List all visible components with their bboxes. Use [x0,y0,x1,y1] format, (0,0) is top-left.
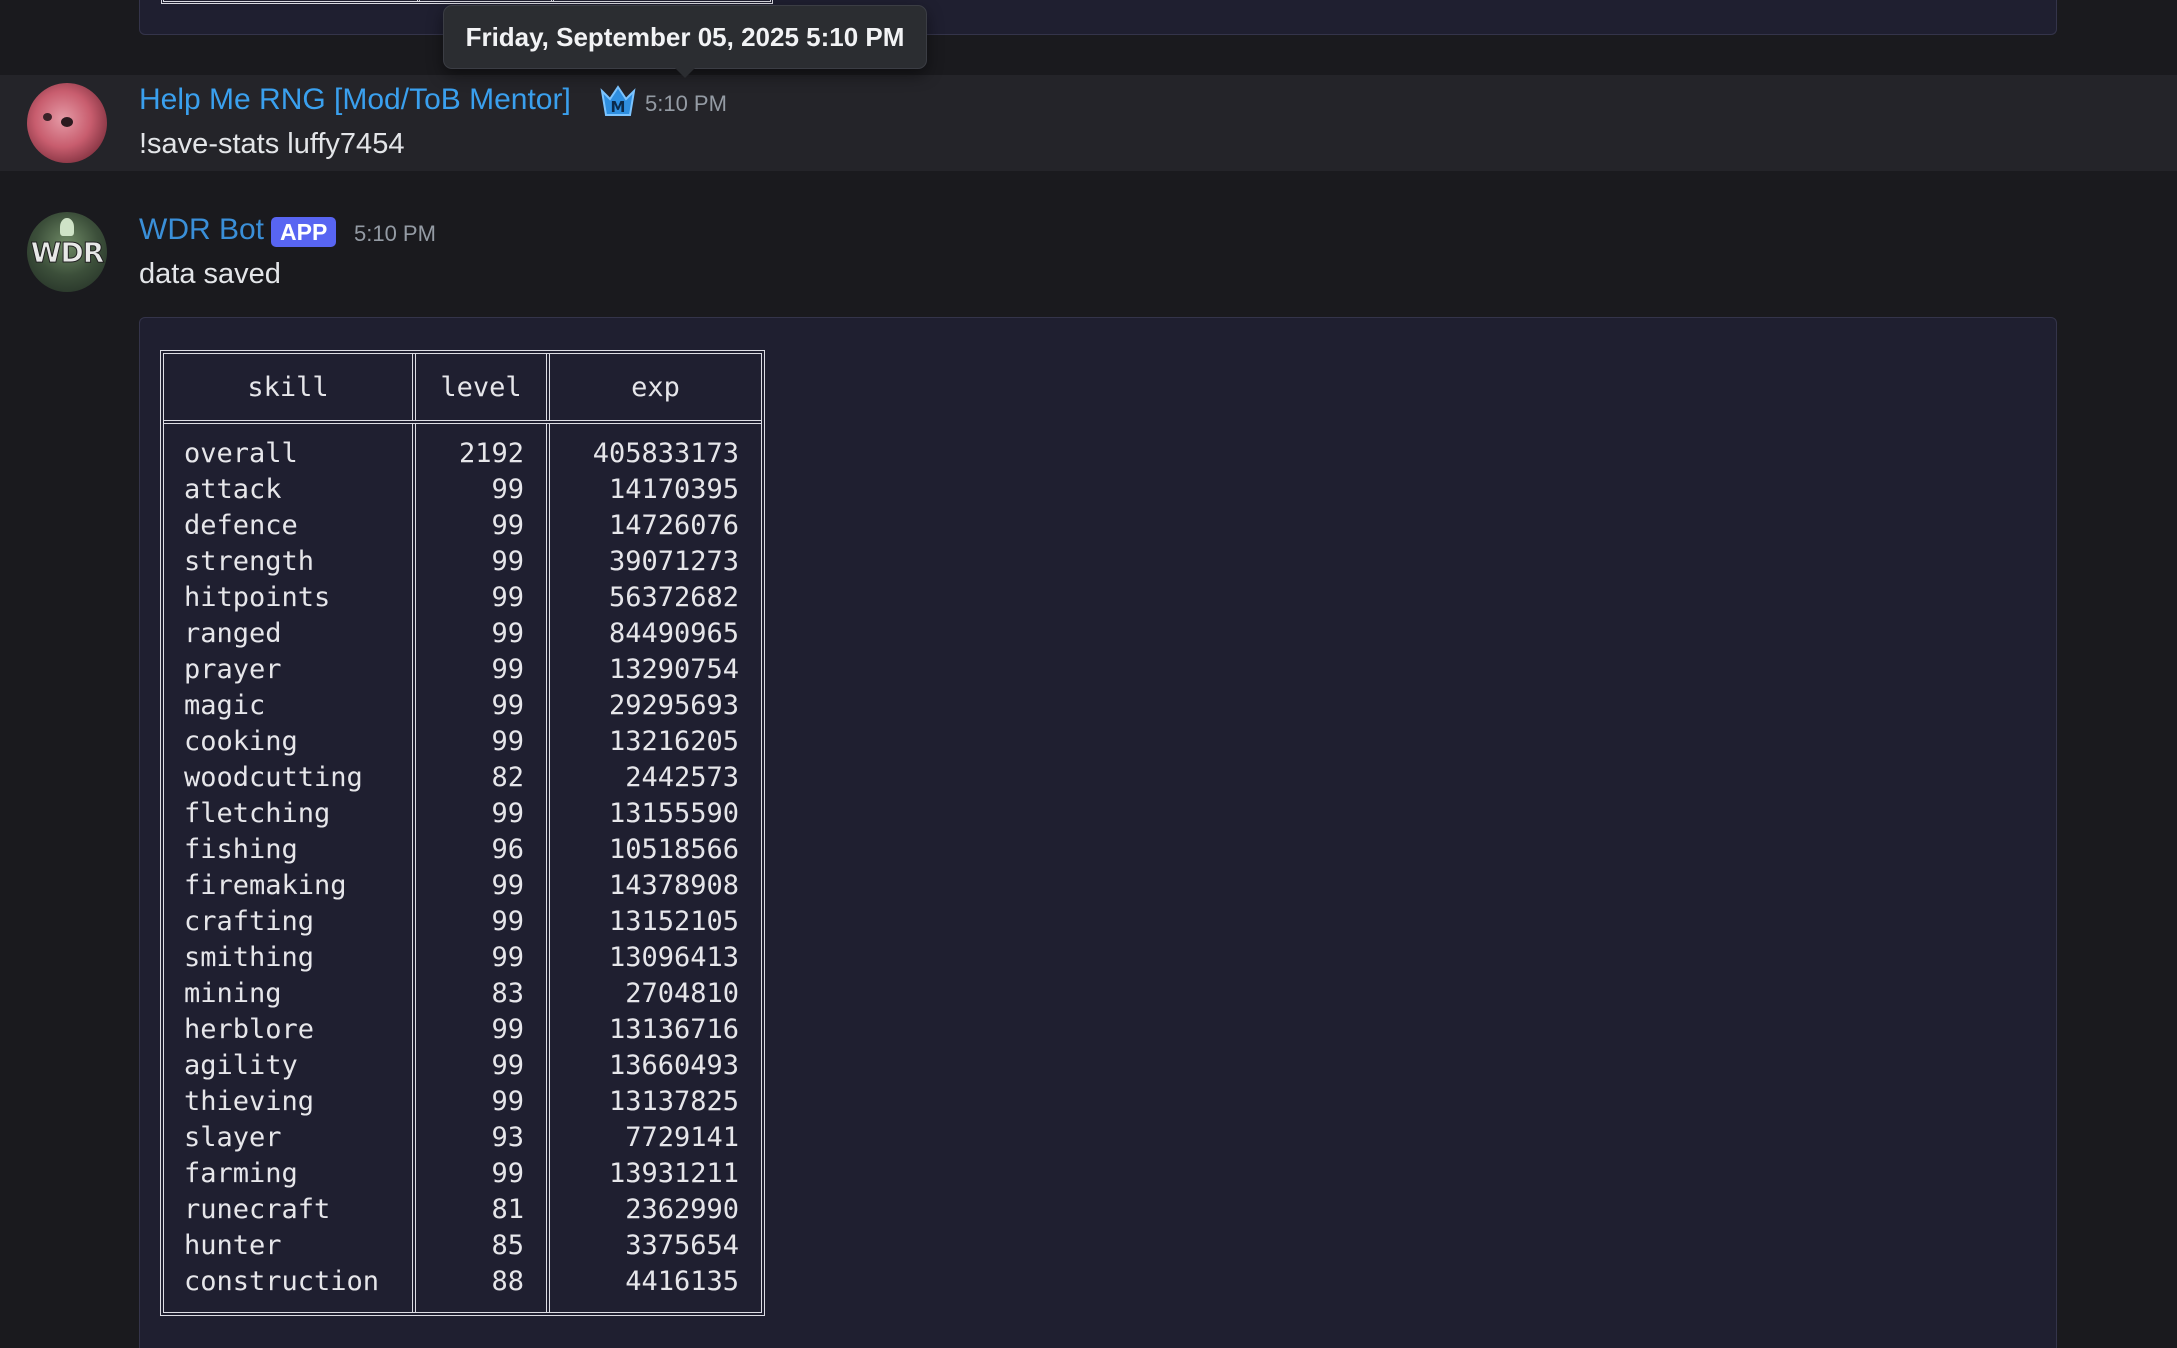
cell-skill: construction [184,1266,380,1297]
avatar-logo-text: WDR [30,236,105,270]
cell-skill: hitpoints [184,582,331,613]
cell-level: 99 [491,1050,524,1081]
cell-skill: ranged [184,618,282,649]
cell-level: 99 [491,654,524,685]
previous-table-edge [161,0,773,4]
cell-level: 99 [491,726,524,757]
cell-level: 99 [491,546,524,577]
table-body: overall attack defence strength hitpoints ran… [164,424,761,1312]
cell-skill: magic [184,690,266,721]
cell-exp: 13096413 [608,942,739,973]
cell-exp: 7729141 [625,1122,739,1153]
cell-level: 82 [491,762,524,793]
cell-exp: 84490965 [608,618,739,649]
cell-level: 99 [491,906,524,937]
cell-skill: hunter [184,1230,282,1261]
cell-exp: 13136716 [608,1014,739,1045]
stats-embed: skill level exp overall attack defence stre… [139,317,2057,1348]
cell-level: 99 [491,870,524,901]
skill-column: overall attack defence strength hitpoints ran… [164,424,416,1312]
cell-exp: 14170395 [608,474,739,505]
cell-level: 81 [491,1194,524,1225]
svg-text:M: M [611,98,626,116]
cell-skill: smithing [184,942,315,973]
stats-table: skill level exp overall attack defence stre… [160,350,765,1316]
cell-skill: defence [184,510,298,541]
cell-level: 99 [491,582,524,613]
cell-exp: 14726076 [608,510,739,541]
cell-exp: 2362990 [625,1194,739,1225]
cell-level: 83 [491,978,524,1009]
cell-exp: 13216205 [608,726,739,757]
cell-skill: crafting [184,906,315,937]
cell-skill: fletching [184,798,331,829]
cell-skill: strength [184,546,315,577]
cell-exp: 13152105 [608,906,739,937]
table-header-row: skill level exp [164,354,761,424]
header-skill: skill [164,354,416,420]
chat-viewport: Help Me RNG [Mod/ToB Mentor] M 5:10 PM !… [0,0,2177,1348]
message-text: !save-stats luffy7454 [139,128,405,160]
cell-skill: overall [184,438,298,469]
mod-crown-icon[interactable]: M [598,83,638,119]
username[interactable]: WDR Bot [139,213,264,247]
cell-skill: prayer [184,654,282,685]
cell-exp: 29295693 [608,690,739,721]
cell-exp: 14378908 [608,870,739,901]
cell-skill: firemaking [184,870,347,901]
cell-exp: 2442573 [625,762,739,793]
level-column: 2192 99 99 99 99 99 99 99 99 82 99 96 99 99 99 83 99 99 99… [416,424,550,1312]
cell-exp: 13931211 [608,1158,739,1189]
cell-skill: herblore [184,1014,315,1045]
cell-skill: thieving [184,1086,315,1117]
header-level: level [416,354,550,420]
cell-skill: fishing [184,834,298,865]
cell-level: 85 [491,1230,524,1261]
cell-level: 99 [491,618,524,649]
cell-skill: farming [184,1158,298,1189]
cell-level: 99 [491,474,524,505]
cell-skill: agility [184,1050,298,1081]
cell-level: 99 [491,690,524,721]
cell-exp: 13660493 [608,1050,739,1081]
cell-level: 99 [491,1086,524,1117]
message-timestamp[interactable]: 5:10 PM [354,221,436,247]
cell-exp: 405833173 [592,438,739,469]
cell-level: 96 [491,834,524,865]
cell-level: 99 [491,798,524,829]
cell-exp: 39071273 [608,546,739,577]
header-exp: exp [631,371,680,403]
previous-embed [139,0,2057,35]
cell-level: 88 [491,1266,524,1297]
cell-exp: 13290754 [608,654,739,685]
username[interactable]: Help Me RNG [Mod/ToB Mentor] [139,83,571,117]
tooltip-arrow [675,68,695,78]
cell-exp: 4416135 [625,1266,739,1297]
message-text: data saved [139,258,281,290]
cell-level: 93 [491,1122,524,1153]
cell-skill: attack [184,474,282,505]
avatar[interactable] [27,83,107,163]
exp-column: 405833173 14170395 14726076 39071273 5637268… [550,424,761,1312]
cell-level: 2192 [458,438,524,469]
cell-level: 99 [491,942,524,973]
cell-exp: 10518566 [608,834,739,865]
cell-skill: cooking [184,726,298,757]
avatar[interactable]: WDR [27,212,107,292]
cell-exp: 3375654 [625,1230,739,1261]
cell-skill: slayer [184,1122,282,1153]
cell-level: 99 [491,1158,524,1189]
cell-level: 99 [491,1014,524,1045]
cell-skill: mining [184,978,282,1009]
app-tag: APP [271,217,337,247]
cell-exp: 13137825 [608,1086,739,1117]
cell-exp: 2704810 [625,978,739,1009]
cell-skill: runecraft [184,1194,331,1225]
message-timestamp[interactable]: 5:10 PM [645,91,727,117]
timestamp-tooltip: Friday, September 05, 2025 5:10 PM [443,5,927,69]
cell-exp: 13155590 [608,798,739,829]
cell-level: 99 [491,510,524,541]
cell-skill: woodcutting [184,762,363,793]
cell-exp: 56372682 [608,582,739,613]
